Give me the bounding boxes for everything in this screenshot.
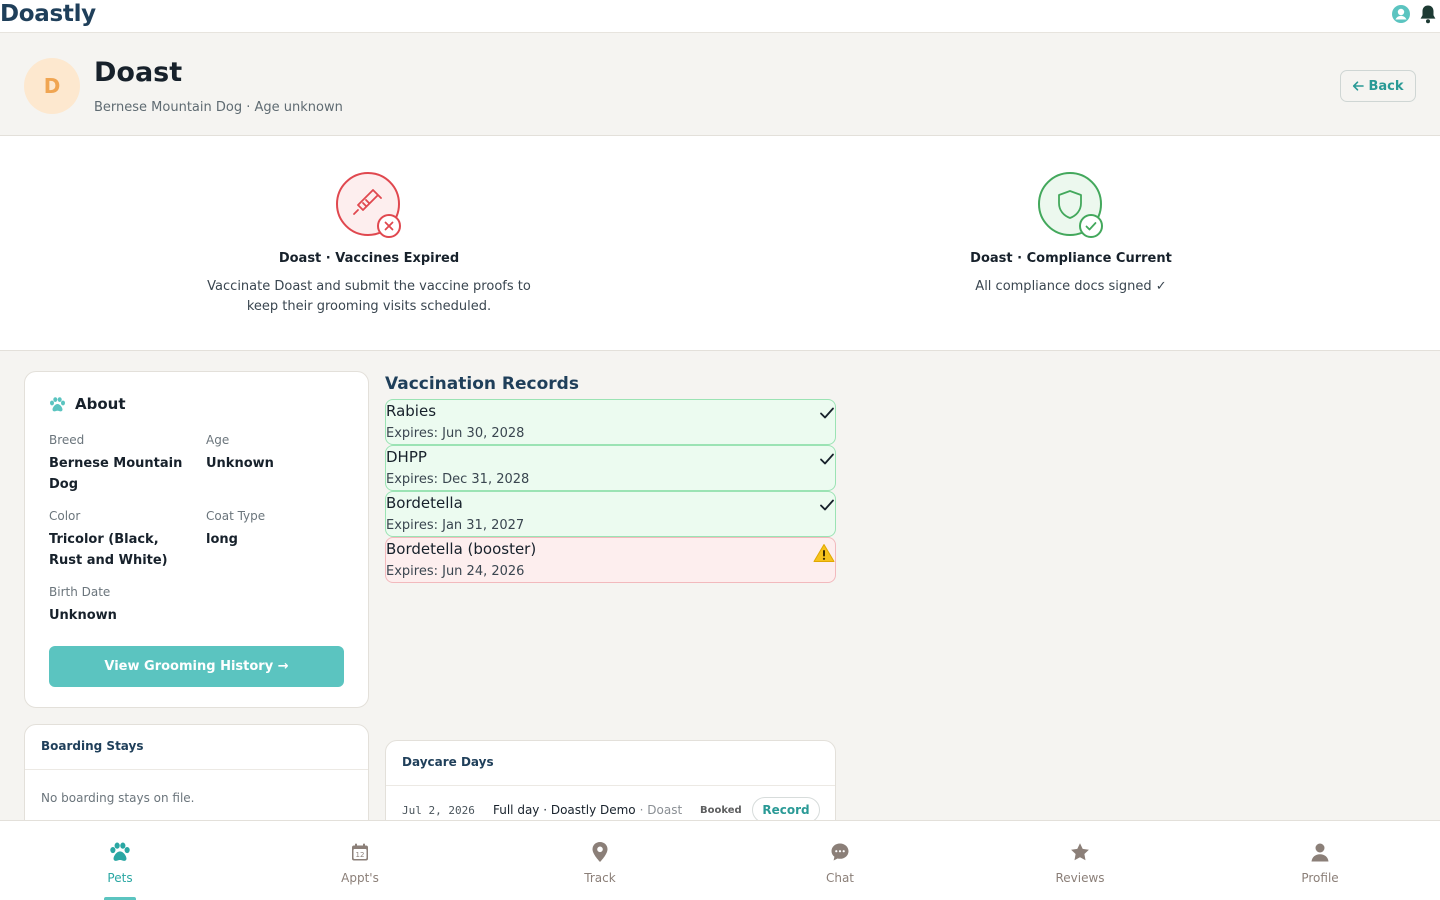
age-value: Unknown (206, 456, 274, 471)
pet-header: D Doast Bernese Mountain Dog · Age unkno… (0, 33, 1440, 136)
boarding-empty-text: No boarding stays on file. (41, 791, 195, 805)
birth-date-label: Birth Date (49, 585, 111, 599)
account-icon[interactable] (1391, 4, 1411, 28)
vaccine-name: Rabies (386, 402, 437, 420)
color-label: Color (49, 509, 81, 523)
brand-logo[interactable]: Doastly (0, 1, 96, 27)
vaccine-name: DHPP (386, 448, 427, 466)
bell-icon[interactable] (1419, 4, 1437, 28)
top-icons (1391, 4, 1437, 28)
nav-label: Chat (825, 871, 855, 885)
nav-label: Pets (107, 871, 133, 885)
nav-item-profile[interactable]: Profile (1260, 841, 1380, 885)
status-badge: Booked (700, 804, 742, 816)
about-title: About (75, 395, 126, 413)
vaccine-expiry: Expires: Jun 30, 2028 (386, 426, 525, 441)
daycare-description: Full day · Doastly Demo (493, 803, 636, 817)
vaccination-row-bordetella-booster[interactable]: Bordetella (booster) Expires: Jun 24, 20… (385, 537, 836, 583)
age-label: Age (206, 433, 230, 447)
paw-icon (60, 841, 180, 863)
top-bar: Doastly (0, 0, 1440, 33)
pet-subtitle: Bernese Mountain Dog · Age unknown (94, 100, 343, 115)
vaccination-row-rabies[interactable]: Rabies Expires: Jun 30, 2028 (385, 399, 836, 445)
coat-type-value: long (206, 532, 238, 547)
checkmark-icon (819, 405, 835, 425)
view-grooming-history-button[interactable]: View Grooming History → (49, 646, 344, 687)
nav-item-pets[interactable]: Pets (60, 841, 180, 885)
checkmark-icon (819, 497, 835, 517)
birth-date-value: Unknown (49, 608, 117, 623)
calendar-icon: 12 (300, 841, 420, 863)
vaccine-name: Bordetella (386, 494, 463, 512)
vaccine-expiry: Expires: Dec 31, 2028 (386, 472, 530, 487)
vaccine-status-text: Vaccinate Doast and submit the vaccine p… (207, 279, 531, 314)
vaccine-status-card: Doast · Vaccines Expired Vaccinate Doast… (204, 172, 534, 317)
chat-bubble-icon (780, 841, 900, 863)
back-button[interactable]: Back (1340, 70, 1416, 102)
vaccine-status-title: Doast · Vaccines Expired (278, 251, 460, 266)
boarding-stays-title: Boarding Stays (25, 725, 368, 770)
vaccination-row-bordetella[interactable]: Bordetella Expires: Jan 31, 2027 (385, 491, 836, 537)
back-button-label: Back (1368, 78, 1404, 94)
bottom-nav: Pets 12 Appt's Track Chat Reviews Profil… (0, 820, 1440, 900)
calendar-day: 12 (356, 851, 365, 859)
nav-item-reviews[interactable]: Reviews (1020, 841, 1140, 885)
warning-icon (813, 543, 835, 567)
compliance-status-card: Doast · Compliance Current All complianc… (940, 172, 1202, 297)
breed-label: Breed (49, 433, 85, 447)
nav-item-appointments[interactable]: 12 Appt's (300, 841, 420, 885)
daycare-pet: · Doast (639, 803, 683, 817)
breed-value: Bernese Mountain Dog (49, 456, 183, 492)
daycare-days-title: Daycare Days (386, 741, 835, 786)
page-title: Doast (94, 57, 183, 88)
status-band: Doast · Vaccines Expired Vaccinate Doast… (0, 136, 1440, 351)
person-icon (1260, 841, 1380, 863)
compliance-status-title: Doast · Compliance Current (970, 251, 1172, 266)
checkmark-icon (819, 451, 835, 471)
daycare-date: Jul 2, 2026 (402, 803, 475, 817)
vaccine-name: Bordetella (booster) (386, 540, 537, 558)
vaccination-row-dhpp[interactable]: DHPP Expires: Dec 31, 2028 (385, 445, 836, 491)
coat-type-label: Coat Type (206, 509, 266, 523)
vaccine-expiry: Expires: Jun 24, 2026 (386, 564, 525, 579)
color-value: Tricolor (Black, Rust and White) (49, 532, 168, 568)
map-pin-icon (540, 841, 660, 863)
about-header: About (49, 395, 126, 413)
nav-label: Reviews (1055, 871, 1105, 885)
about-card: About Breed Bernese Mountain Dog Age Unk… (24, 371, 369, 708)
compliance-status-text: All compliance docs signed ✓ (975, 279, 1167, 294)
nav-label: Track (584, 871, 616, 885)
avatar: D (24, 58, 80, 114)
vaccine-expiry: Expires: Jan 31, 2027 (386, 518, 525, 533)
paw-icon (50, 396, 65, 411)
nav-item-chat[interactable]: Chat (780, 841, 900, 885)
nav-item-track[interactable]: Track (540, 841, 660, 885)
nav-label: Appt's (341, 871, 379, 885)
vaccination-records-title: Vaccination Records (385, 374, 579, 394)
syringe-icon (335, 172, 403, 240)
shield-check-icon (1037, 172, 1105, 240)
arrow-left-icon (1353, 81, 1365, 91)
nav-label: Profile (1301, 871, 1339, 885)
star-icon (1020, 841, 1140, 863)
